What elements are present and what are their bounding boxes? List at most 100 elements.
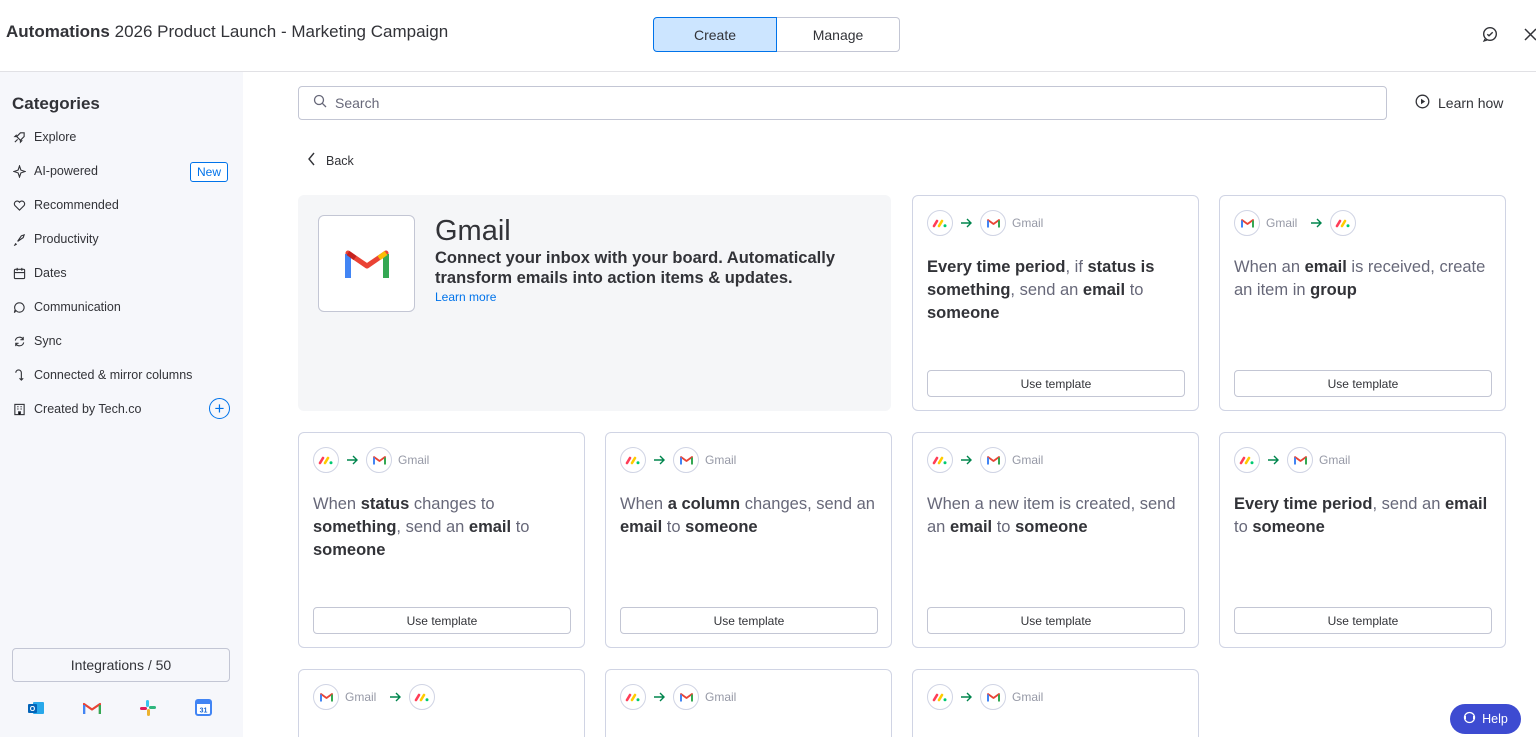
monday-icon xyxy=(620,684,646,710)
close-icon[interactable] xyxy=(1521,25,1536,43)
sidebar-item-productivity[interactable]: Productivity xyxy=(0,222,243,256)
sidebar-item-label: Productivity xyxy=(34,232,99,246)
sidebar-item-label: Sync xyxy=(34,334,62,348)
learn-how-button[interactable]: Learn how xyxy=(1415,94,1503,112)
template-card[interactable]: Gmail When a column changes, send an emai… xyxy=(605,432,892,648)
tab-create[interactable]: Create xyxy=(653,17,777,52)
monday-icon xyxy=(1330,210,1357,236)
template-card[interactable]: Gmail xyxy=(912,669,1199,737)
sidebar-item-label: Dates xyxy=(34,266,67,280)
mode-tabs: Create Manage xyxy=(653,17,900,52)
sidebar-item-label: Created by Tech.co xyxy=(34,402,142,416)
use-template-button[interactable]: Use template xyxy=(927,370,1185,397)
outlook-icon[interactable]: O xyxy=(26,698,45,717)
sidebar-item-communication[interactable]: Communication xyxy=(0,290,243,324)
help-icon xyxy=(1463,711,1476,727)
arrow-right-icon xyxy=(653,455,666,465)
sidebar-item-recommended[interactable]: Recommended xyxy=(0,188,243,222)
rocket-icon xyxy=(12,130,26,144)
gmail-icon xyxy=(980,210,1006,236)
card-integration-flow: Gmail xyxy=(313,447,435,473)
help-label: Help xyxy=(1482,712,1508,726)
chevron-left-icon xyxy=(307,152,316,169)
integration-label: Gmail xyxy=(1012,690,1044,704)
card-recipe-text: Every time period, if status is somethin… xyxy=(927,258,1155,322)
header: Automations 2026 Product Launch - Market… xyxy=(0,0,1536,72)
card-integration-flow: Gmail xyxy=(927,210,1049,236)
search-bar[interactable] xyxy=(298,86,1387,120)
sidebar-item-ai-powered[interactable]: AI-powered New xyxy=(0,154,243,188)
sidebar-item-dates[interactable]: Dates xyxy=(0,256,243,290)
arrow-right-icon xyxy=(960,455,973,465)
arrow-right-icon xyxy=(960,218,973,228)
sidebar-item-sync[interactable]: Sync xyxy=(0,324,243,358)
gmail-icon xyxy=(980,447,1006,473)
use-template-button[interactable]: Use template xyxy=(1234,370,1492,397)
template-card[interactable]: Gmail Every time period, send an email to… xyxy=(1219,432,1506,648)
feedback-icon[interactable] xyxy=(1481,25,1499,43)
google-calendar-icon[interactable]: 31 xyxy=(194,698,213,717)
search-icon xyxy=(313,94,327,113)
integration-label: Gmail xyxy=(1266,216,1298,230)
gmail-icon xyxy=(980,684,1006,710)
back-button[interactable]: Back xyxy=(307,152,354,169)
slack-icon[interactable] xyxy=(138,698,157,717)
use-template-button[interactable]: Use template xyxy=(1234,607,1492,634)
template-card[interactable]: Gmail xyxy=(605,669,892,737)
template-card[interactable]: Gmail When an email is received, create a… xyxy=(1219,195,1506,411)
card-integration-flow: Gmail xyxy=(927,684,1049,710)
arrow-right-icon xyxy=(389,692,402,702)
card-integration-flow: Gmail xyxy=(620,447,742,473)
card-recipe-text: When status changes to something, send a… xyxy=(313,495,530,559)
use-template-button[interactable]: Use template xyxy=(313,607,571,634)
integration-label: Gmail xyxy=(705,690,737,704)
arrow-right-icon xyxy=(1267,455,1280,465)
rocket-launch-icon xyxy=(12,232,26,246)
category-list: Explore AI-powered New Recommended Produ… xyxy=(0,120,243,426)
arrow-right-icon xyxy=(653,692,666,702)
monday-icon xyxy=(313,447,339,473)
gmail-icon xyxy=(1234,210,1260,236)
card-integration-flow: Gmail xyxy=(620,684,742,710)
integrations-count-button[interactable]: Integrations / 50 xyxy=(12,648,230,682)
integration-label: Gmail xyxy=(398,453,430,467)
tab-manage[interactable]: Manage xyxy=(777,17,900,52)
sidebar-item-explore[interactable]: Explore xyxy=(0,120,243,154)
sidebar-item-created-by[interactable]: Created by Tech.co + xyxy=(0,392,243,426)
app-name: Automations xyxy=(6,22,110,41)
sidebar-item-label: AI-powered xyxy=(34,164,98,178)
sparkle-icon xyxy=(12,164,26,178)
hero-title: Gmail xyxy=(435,215,511,247)
board-name: 2026 Product Launch - Marketing Campaign xyxy=(114,22,449,41)
card-recipe-text: When a new item is created, send an emai… xyxy=(927,495,1176,536)
gmail-icon xyxy=(313,684,339,710)
card-recipe-text: When an email is received, create an ite… xyxy=(1234,258,1486,299)
gmail-icon[interactable] xyxy=(82,698,101,717)
template-card[interactable]: Gmail When status changes to something, s… xyxy=(298,432,585,648)
page-title: Automations 2026 Product Launch - Market… xyxy=(6,22,448,42)
template-card[interactable]: Gmail When a new item is created, send an… xyxy=(912,432,1199,648)
new-badge: New xyxy=(190,162,229,182)
integration-label: Gmail xyxy=(345,690,377,704)
sidebar: Categories Explore AI-powered New Recomm… xyxy=(0,72,243,737)
template-card[interactable]: Gmail xyxy=(298,669,585,737)
help-button[interactable]: Help xyxy=(1450,704,1521,734)
gmail-icon xyxy=(673,447,699,473)
sidebar-item-label: Recommended xyxy=(34,198,119,212)
card-integration-flow: Gmail xyxy=(1234,210,1357,236)
use-template-button[interactable]: Use template xyxy=(620,607,878,634)
categories-title: Categories xyxy=(12,94,100,113)
hero-description: Connect your inbox with your board. Auto… xyxy=(435,249,836,287)
svg-text:31: 31 xyxy=(200,708,208,715)
sidebar-item-connected-mirror[interactable]: Connected & mirror columns xyxy=(0,358,243,392)
add-category-button[interactable]: + xyxy=(209,398,230,419)
search-input[interactable] xyxy=(335,95,1335,111)
card-recipe-text: Every time period, send an email to some… xyxy=(1234,495,1488,536)
card-integration-flow: Gmail xyxy=(313,684,436,710)
learn-more-link[interactable]: Learn more xyxy=(435,290,496,304)
template-card[interactable]: Gmail Every time period, if status is som… xyxy=(912,195,1199,411)
heart-icon xyxy=(12,198,26,212)
use-template-button[interactable]: Use template xyxy=(927,607,1185,634)
monday-icon xyxy=(927,210,953,236)
arrow-right-icon xyxy=(1310,218,1323,228)
